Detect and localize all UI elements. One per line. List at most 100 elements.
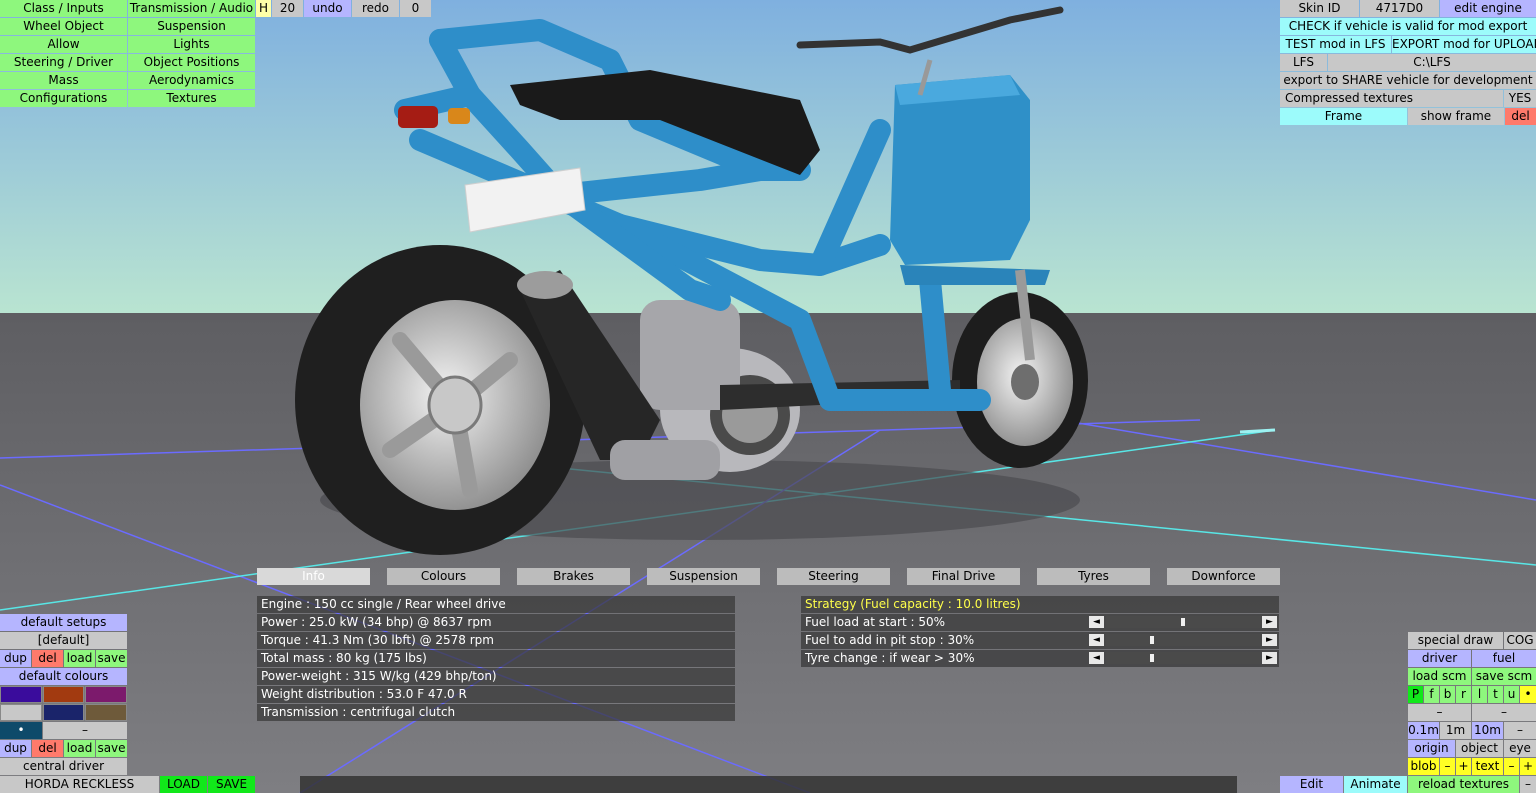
export-share-button[interactable]: export to SHARE vehicle for development [1280,72,1536,89]
vehicle-name-field[interactable]: HORDA RECKLESS [0,776,159,793]
object-button[interactable]: object [1456,740,1503,757]
step-1m-button[interactable]: 1m [1440,722,1471,739]
colour-swatch[interactable] [43,686,84,703]
save-scm-button[interactable]: save scm [1472,668,1536,685]
colour-save-button[interactable]: save [96,740,127,757]
fuel-pit-slider-knob[interactable] [1150,636,1155,644]
class-inputs-button[interactable]: Class / Inputs [0,0,127,17]
tyre-change-decrease[interactable]: ◄ [1089,652,1104,664]
aerodynamics-button[interactable]: Aerodynamics [128,72,255,89]
tyre-change-slider-knob[interactable] [1150,654,1155,662]
reload-textures-button[interactable]: reload textures [1408,776,1519,793]
view-dot-button[interactable]: • [1520,686,1536,703]
edit-engine-button[interactable]: edit engine [1440,0,1536,17]
default-setups-button[interactable]: default setups [0,614,127,631]
redo-button[interactable]: redo [352,0,399,17]
load-scm-button[interactable]: load scm [1408,668,1471,685]
eye-button[interactable]: eye [1504,740,1536,757]
tab-suspension[interactable]: Suspension [647,568,760,585]
frame-button[interactable]: Frame [1280,108,1407,125]
tab-brakes[interactable]: Brakes [517,568,630,585]
fuel-pit-decrease[interactable]: ◄ [1089,634,1104,646]
lights-button[interactable]: Lights [128,36,255,53]
tab-downforce[interactable]: Downforce [1167,568,1280,585]
colour-del-button[interactable]: del [32,740,63,757]
fuel-button[interactable]: fuel [1472,650,1536,667]
fuel-load-slider-knob[interactable] [1181,618,1185,626]
colour-swatch[interactable] [0,686,42,703]
undo-button[interactable]: undo [304,0,351,17]
dash-button-left[interactable]: – [1408,704,1471,721]
colour-select-dot[interactable]: • [0,722,42,739]
special-draw-button[interactable]: special draw [1408,632,1503,649]
reload-dash-button[interactable]: – [1520,776,1536,793]
grid-size-value[interactable]: 20 [272,0,303,17]
vehicle-save-button[interactable]: SAVE [208,776,255,793]
steering-driver-button[interactable]: Steering / Driver [0,54,127,71]
configurations-button[interactable]: Configurations [0,90,127,107]
view-u-button[interactable]: u [1504,686,1519,703]
colour-swatch[interactable] [85,686,127,703]
setup-name[interactable]: [default] [0,632,127,649]
skin-id-value[interactable]: 4717D0 [1360,0,1439,17]
view-t-button[interactable]: t [1488,686,1503,703]
object-positions-button[interactable]: Object Positions [128,54,255,71]
view-f-button[interactable]: f [1424,686,1439,703]
default-colours-button[interactable]: default colours [0,668,127,685]
tab-final-drive[interactable]: Final Drive [907,568,1020,585]
fuel-pit-increase[interactable]: ► [1262,634,1277,646]
setup-del-button[interactable]: del [32,650,63,667]
central-driver-button[interactable]: central driver [0,758,127,775]
step-0-1m-button[interactable]: 0.1m [1408,722,1439,739]
colour-dup-button[interactable]: dup [0,740,31,757]
cog-button[interactable]: COG [1504,632,1536,649]
animate-button[interactable]: Animate [1344,776,1407,793]
fuel-load-increase[interactable]: ► [1262,616,1277,628]
colour-swatch[interactable] [43,704,84,721]
mass-button[interactable]: Mass [0,72,127,89]
setup-dup-button[interactable]: dup [0,650,31,667]
colour-swatch[interactable] [0,704,42,721]
lfs-path-field[interactable]: C:\LFS [1328,54,1536,71]
setup-load-button[interactable]: load [64,650,95,667]
tab-steering[interactable]: Steering [777,568,890,585]
setup-save-button[interactable]: save [96,650,127,667]
compressed-textures-toggle[interactable]: YES [1504,90,1536,107]
tab-colours[interactable]: Colours [387,568,500,585]
edit-button[interactable]: Edit [1280,776,1343,793]
dash-button-right[interactable]: – [1472,704,1536,721]
suspension-button[interactable]: Suspension [128,18,255,35]
origin-button[interactable]: origin [1408,740,1455,757]
step-dash-button[interactable]: – [1504,722,1536,739]
view-l-button[interactable]: l [1472,686,1487,703]
check-valid-button[interactable]: CHECK if vehicle is valid for mod export [1280,18,1536,35]
fuel-load-decrease[interactable]: ◄ [1089,616,1104,628]
frame-delete-button[interactable]: del [1505,108,1536,125]
driver-button[interactable]: driver [1408,650,1471,667]
wheel-object-button[interactable]: Wheel Object [0,18,127,35]
view-p-button[interactable]: P [1408,686,1423,703]
colour-load-button[interactable]: load [64,740,95,757]
view-b-button[interactable]: b [1440,686,1455,703]
step-10m-button[interactable]: 10m [1472,722,1503,739]
h-toggle[interactable]: H [256,0,271,17]
fuel-pit-slider[interactable] [1106,634,1260,646]
blob-minus-button[interactable]: – [1440,758,1455,775]
colour-swatch[interactable] [85,704,127,721]
vehicle-load-button[interactable]: LOAD [160,776,207,793]
tyre-change-slider[interactable] [1106,652,1260,664]
tab-tyres[interactable]: Tyres [1037,568,1150,585]
transmission-audio-button[interactable]: Transmission / Audio [128,0,255,17]
export-mod-button[interactable]: EXPORT mod for UPLOAD [1392,36,1536,53]
textures-button[interactable]: Textures [128,90,255,107]
text-minus-button[interactable]: – [1504,758,1519,775]
tyre-change-increase[interactable]: ► [1262,652,1277,664]
colour-dash-button[interactable]: – [43,722,127,739]
text-plus-button[interactable]: + [1520,758,1536,775]
allow-button[interactable]: Allow [0,36,127,53]
view-r-button[interactable]: r [1456,686,1471,703]
blob-plus-button[interactable]: + [1456,758,1471,775]
show-frame-button[interactable]: show frame [1408,108,1504,125]
test-mod-button[interactable]: TEST mod in LFS [1280,36,1391,53]
tab-info[interactable]: Info [257,568,370,585]
